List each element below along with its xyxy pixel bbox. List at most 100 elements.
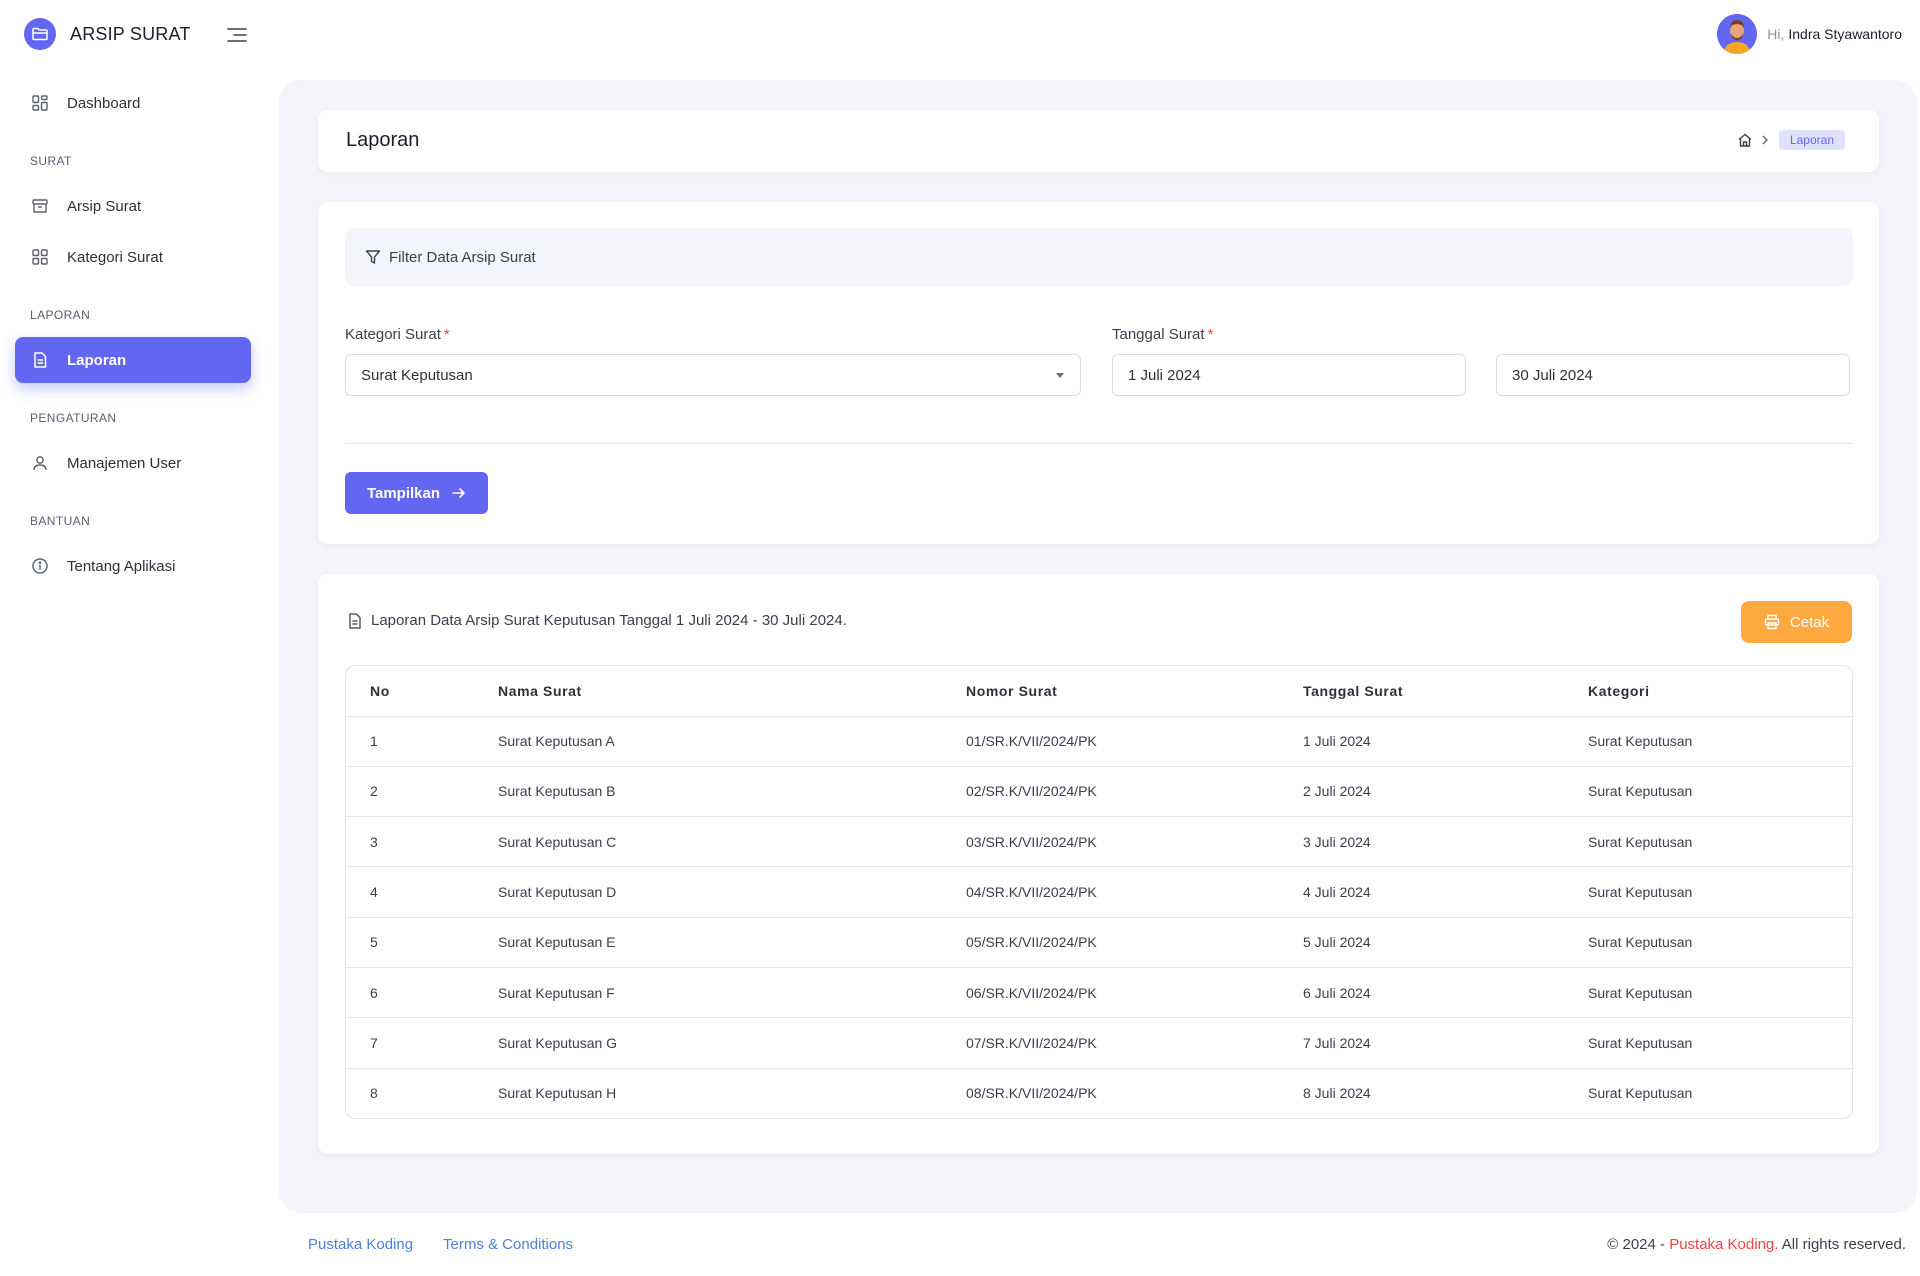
cell-nama-surat: Surat Keputusan H (498, 1085, 617, 1102)
cell-nama-surat: Surat Keputusan C (498, 816, 966, 868)
tanggal-label-text: Tanggal Surat (1112, 326, 1205, 343)
cell-no: 5 (346, 917, 498, 968)
page-header: Laporan Laporan (318, 110, 1879, 172)
cell-nomor-surat: 04/SR.K/VII/2024/PK (966, 866, 1303, 918)
cetak-button[interactable]: Cetak (1741, 601, 1852, 643)
cell-kategori: Surat Keputusan (1588, 917, 1852, 968)
filter-heading: Filter Data Arsip Surat (345, 228, 1853, 286)
avatar (1717, 14, 1758, 54)
report-card: Laporan Data Arsip Surat Keputusan Tangg… (318, 574, 1879, 1154)
copyright-brand-link[interactable]: Pustaka Koding. (1669, 1236, 1778, 1253)
required-mark: * (443, 326, 450, 343)
cell-no: 4 (346, 866, 498, 918)
arrow-right-icon (452, 487, 466, 499)
user-greeting: Hi, (1767, 26, 1785, 42)
kategori-select[interactable]: Surat Keputusan (345, 354, 1081, 396)
tampilkan-button[interactable]: Tampilkan (345, 472, 488, 514)
grid-icon (30, 247, 50, 267)
tanggal-start-input[interactable]: 1 Juli 2024 (1112, 354, 1466, 396)
required-mark: * (1207, 326, 1214, 343)
cell-kategori: Surat Keputusan (1588, 816, 1852, 868)
report-title-text: Laporan Data Arsip Surat Keputusan Tangg… (371, 612, 847, 629)
cell-kategori: Surat Keputusan (1588, 1085, 1693, 1102)
sidebar-item-label: Dashboard (67, 94, 141, 112)
cell-no: 8 (370, 1085, 378, 1102)
sidebar-item-dashboard[interactable]: Dashboard (15, 80, 251, 126)
divider (345, 443, 1853, 444)
brand[interactable]: ARSIP SURAT (24, 18, 191, 50)
cell-no: 1 (346, 716, 498, 767)
section-label-pengaturan: PENGATURAN (30, 411, 117, 425)
document-icon (30, 350, 50, 370)
section-label-bantuan: BANTUAN (30, 514, 91, 528)
cell-nama-surat: Surat Keputusan A (498, 716, 966, 767)
cell-kategori: Surat Keputusan (1588, 1017, 1852, 1069)
cell-nama-surat: Surat Keputusan G (498, 1017, 966, 1069)
tanggal-end-input[interactable]: 30 Juli 2024 (1496, 354, 1850, 396)
kategori-label-text: Kategori Surat (345, 326, 441, 343)
footer-link-pustaka-koding[interactable]: Pustaka Koding (308, 1236, 413, 1253)
sidebar-item-kategori-surat[interactable]: Kategori Surat (15, 234, 251, 280)
home-icon[interactable] (1737, 132, 1753, 148)
cell-tanggal-surat: 5 Juli 2024 (1303, 917, 1588, 968)
table-row: 5 Surat Keputusan E 05/SR.K/VII/2024/PK … (346, 917, 1852, 968)
table-row: 2 Surat Keputusan B 02/SR.K/VII/2024/PK … (346, 766, 1852, 818)
top-bar: ARSIP SURAT Hi, Indra Styawantoro (0, 0, 1920, 70)
copyright-suffix: All rights reserved. (1778, 1236, 1906, 1253)
cell-tanggal-surat: 4 Juli 2024 (1303, 866, 1588, 918)
kategori-select-value: Surat Keputusan (361, 366, 473, 384)
tanggal-end-value: 30 Juli 2024 (1512, 366, 1593, 384)
breadcrumb: Laporan (1737, 130, 1845, 150)
user-menu[interactable]: Hi, Indra Styawantoro (1717, 14, 1902, 54)
footer-link-terms[interactable]: Terms & Conditions (443, 1236, 573, 1253)
cell-nomor-surat: 07/SR.K/VII/2024/PK (966, 1017, 1303, 1069)
cell-nomor-surat: 05/SR.K/VII/2024/PK (966, 917, 1303, 968)
cell-nomor-surat: 08/SR.K/VII/2024/PK (966, 1085, 1097, 1102)
filter-heading-text: Filter Data Arsip Surat (389, 248, 536, 266)
tampilkan-label: Tampilkan (366, 484, 441, 502)
cell-kategori: Surat Keputusan (1588, 967, 1852, 1019)
column-header-tanggal-surat: Tanggal Surat (1303, 666, 1588, 717)
sidebar-item-label: Kategori Surat (67, 248, 163, 266)
table-row: 3 Surat Keputusan C 03/SR.K/VII/2024/PK … (346, 816, 1852, 868)
cell-nomor-surat: 03/SR.K/VII/2024/PK (966, 816, 1303, 868)
grid-icon (30, 93, 50, 113)
cell-tanggal-surat: 7 Juli 2024 (1303, 1017, 1588, 1069)
cell-no: 6 (346, 967, 498, 1019)
cell-kategori: Surat Keputusan (1588, 766, 1852, 818)
column-header-nomor-surat: Nomor Surat (966, 666, 1303, 717)
menu-toggle-icon[interactable] (225, 25, 249, 45)
printer-icon (1764, 614, 1780, 630)
table-row: 4 Surat Keputusan D 04/SR.K/VII/2024/PK … (346, 866, 1852, 918)
cell-kategori: Surat Keputusan (1588, 716, 1852, 767)
report-table: No Nama Surat Nomor Surat Tanggal Surat … (345, 665, 1853, 1119)
user-name: Indra Styawantoro (1788, 26, 1902, 42)
chevron-right-icon (1761, 132, 1769, 148)
cell-tanggal-surat: 1 Juli 2024 (1303, 716, 1588, 767)
table-row: 6 Surat Keputusan F 06/SR.K/VII/2024/PK … (346, 967, 1852, 1019)
sidebar-item-label: Arsip Surat (67, 197, 142, 215)
report-title: Laporan Data Arsip Surat Keputusan Tangg… (348, 612, 847, 629)
footer-copyright: © 2024 - Pustaka Koding. All rights rese… (1607, 1236, 1906, 1253)
cell-nomor-surat: 01/SR.K/VII/2024/PK (966, 716, 1303, 767)
table-header-row: No Nama Surat Nomor Surat Tanggal Surat … (346, 666, 1852, 717)
cell-no: 7 (346, 1017, 498, 1069)
user-icon (30, 453, 50, 473)
cell-no: 2 (346, 766, 498, 818)
tanggal-label: Tanggal Surat * (1112, 326, 1213, 343)
archive-icon (30, 196, 50, 216)
sidebar-item-label: Tentang Aplikasi (67, 557, 176, 575)
table-row: 1 Surat Keputusan A 01/SR.K/VII/2024/PK … (346, 716, 1852, 767)
sidebar-item-laporan[interactable]: Laporan (15, 337, 251, 383)
sidebar-item-manajemen-user[interactable]: Manajemen User (15, 440, 251, 486)
cell-tanggal-surat: 8 Juli 2024 (1303, 1085, 1371, 1102)
sidebar-item-label: Manajemen User (67, 454, 182, 472)
cell-nomor-surat: 02/SR.K/VII/2024/PK (966, 766, 1303, 818)
sidebar-item-arsip-surat[interactable]: Arsip Surat (15, 183, 251, 229)
sidebar-item-tentang-aplikasi[interactable]: Tentang Aplikasi (15, 543, 251, 589)
cell-nama-surat: Surat Keputusan D (498, 866, 966, 918)
cell-nomor-surat: 06/SR.K/VII/2024/PK (966, 967, 1303, 1019)
cell-nama-surat: Surat Keputusan E (498, 917, 966, 968)
cell-tanggal-surat: 3 Juli 2024 (1303, 816, 1588, 868)
column-header-no: No (346, 666, 498, 717)
